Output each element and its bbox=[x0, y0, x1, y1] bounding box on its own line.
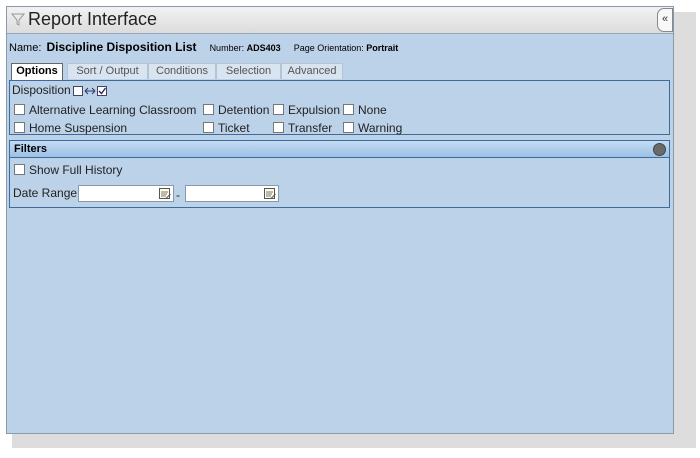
disposition-option[interactable]: Transfer bbox=[273, 121, 332, 135]
option-label: Ticket bbox=[218, 121, 250, 135]
option-label: Expulsion bbox=[288, 103, 341, 117]
option-label: Alternative Learning Classroom bbox=[29, 103, 197, 117]
toggle-all-icon[interactable] bbox=[73, 85, 113, 97]
date-separator: - bbox=[176, 188, 180, 202]
funnel-icon bbox=[11, 13, 25, 26]
filters-title: Filters bbox=[14, 143, 48, 155]
title-bar: Report Interface « bbox=[7, 7, 673, 34]
disposition-option[interactable]: Home Suspension bbox=[14, 121, 127, 135]
calendar-icon[interactable] bbox=[263, 186, 277, 200]
checkbox[interactable] bbox=[343, 122, 354, 133]
filters-header[interactable]: Filters bbox=[9, 140, 670, 158]
page-orientation: Page Orientation: Portrait bbox=[294, 43, 399, 53]
disposition-panel: Disposition Alternative Learning Classro… bbox=[9, 80, 670, 135]
report-number: Number: ADS403 bbox=[210, 43, 281, 53]
report-number-value: ADS403 bbox=[246, 43, 281, 53]
option-label: Home Suspension bbox=[29, 121, 128, 135]
report-name-label: Name: bbox=[9, 42, 42, 54]
tab-advanced[interactable]: Advanced bbox=[281, 63, 343, 79]
checkbox[interactable] bbox=[273, 104, 284, 115]
filters-panel: Show Full History Date Range - bbox=[9, 158, 670, 208]
checkbox[interactable] bbox=[273, 122, 284, 133]
tab-sort-output[interactable]: Sort / Output bbox=[67, 63, 148, 79]
option-label: Warning bbox=[358, 121, 403, 135]
disposition-option[interactable]: Alternative Learning Classroom bbox=[14, 103, 196, 117]
collapse-panel-button[interactable]: « bbox=[657, 8, 673, 32]
date-range-label: Date Range bbox=[13, 186, 78, 200]
report-interface-window: Report Interface « Name: Discipline Disp… bbox=[6, 6, 674, 434]
option-label: Transfer bbox=[288, 121, 333, 135]
tab-conditions[interactable]: Conditions bbox=[148, 63, 216, 79]
window-title: Report Interface bbox=[28, 9, 158, 29]
disposition-option[interactable]: Warning bbox=[343, 121, 402, 135]
report-info: Name: Discipline Disposition List Number… bbox=[9, 40, 398, 54]
checkbox[interactable] bbox=[343, 104, 354, 115]
disposition-option[interactable]: Ticket bbox=[203, 121, 250, 135]
option-label: Show Full History bbox=[29, 163, 123, 177]
page-orientation-label: Page Orientation: bbox=[293, 43, 364, 53]
page-orientation-value: Portrait bbox=[366, 43, 399, 53]
checkbox[interactable] bbox=[14, 104, 25, 115]
calendar-icon[interactable] bbox=[158, 186, 172, 200]
report-name: Discipline Disposition List bbox=[46, 40, 197, 54]
disposition-option[interactable]: Detention bbox=[203, 103, 269, 117]
checkbox[interactable] bbox=[203, 104, 214, 115]
checkbox[interactable] bbox=[14, 164, 25, 175]
option-label: None bbox=[358, 103, 387, 117]
disposition-option[interactable]: Expulsion bbox=[273, 103, 340, 117]
disposition-option[interactable]: None bbox=[343, 103, 387, 117]
tab-selection[interactable]: Selection bbox=[216, 63, 281, 79]
show-full-history-option[interactable]: Show Full History bbox=[14, 163, 122, 177]
report-number-label: Number: bbox=[209, 43, 245, 53]
collapse-filters-icon[interactable] bbox=[653, 143, 666, 156]
checkbox[interactable] bbox=[14, 122, 25, 133]
option-label: Detention bbox=[218, 103, 270, 117]
disposition-label: Disposition bbox=[12, 83, 71, 97]
checkbox[interactable] bbox=[203, 122, 214, 133]
tab-options[interactable]: Options bbox=[11, 63, 63, 80]
